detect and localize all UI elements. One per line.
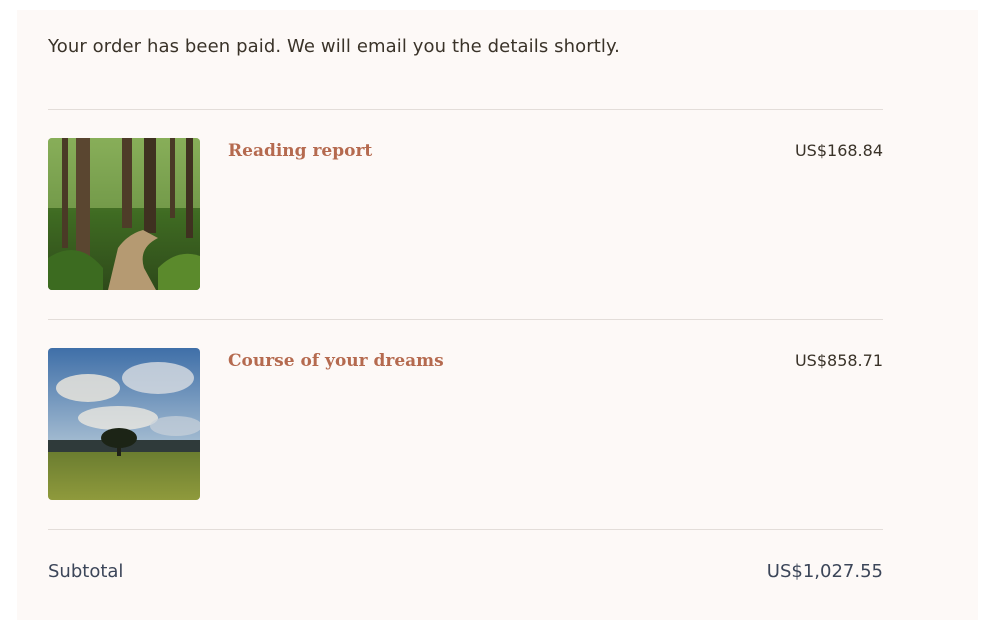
divider: [48, 109, 883, 110]
order-item: Course of your dreams US$858.71: [48, 348, 883, 500]
item-price: US$168.84: [794, 141, 883, 160]
item-thumbnail-tree-field[interactable]: [48, 348, 200, 500]
item-title-link[interactable]: Course of your dreams: [228, 351, 444, 371]
subtotal-value: US$1,027.55: [766, 561, 883, 582]
item-title-link[interactable]: Reading report: [228, 141, 372, 161]
order-confirmation-card: Your order has been paid. We will email …: [17, 10, 978, 620]
order-item: Reading report US$168.84: [48, 138, 883, 290]
subtotal-label: Subtotal: [48, 561, 124, 582]
divider: [48, 319, 883, 320]
order-paid-message: Your order has been paid. We will email …: [48, 36, 620, 57]
divider: [48, 529, 883, 530]
item-thumbnail-forest-path[interactable]: [48, 138, 200, 290]
item-price: US$858.71: [794, 351, 883, 370]
